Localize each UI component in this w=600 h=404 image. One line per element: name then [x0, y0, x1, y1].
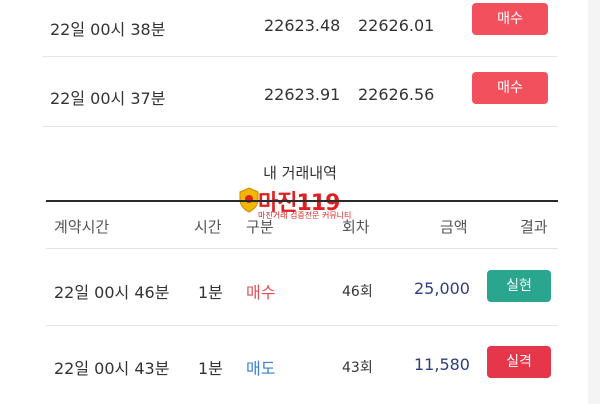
page-scroll-gutter — [588, 0, 600, 404]
trade-time: 22일 00시 37분 — [50, 89, 166, 108]
buy-button[interactable]: 매수 — [472, 72, 548, 104]
trade-rows-panel: 22일 00시 38분 22623.48 22626.01 매수 22일 00시… — [42, 0, 557, 128]
row-amount: 11,580 — [414, 355, 470, 374]
row-round: 46회 — [342, 284, 373, 300]
row-duration: 1분 — [198, 283, 223, 302]
result-badge-success: 실현 — [487, 270, 551, 302]
row-duration: 1분 — [198, 359, 223, 378]
row-direction-sell: 매도 — [246, 359, 276, 378]
header-round: 회차 — [342, 218, 370, 236]
row-time: 22일 00시 43분 — [54, 359, 170, 378]
trade-time: 22일 00시 38분 — [50, 20, 166, 39]
trade-price-a: 22623.91 — [264, 85, 341, 104]
header-amount: 금액 — [440, 218, 468, 236]
trade-row: 22일 00시 37분 22623.91 22626.56 매수 — [42, 58, 557, 127]
trade-price-b: 22626.56 — [358, 85, 435, 104]
history-table-header: 계약시간 시간 구분 회차 금액 결과 — [46, 200, 558, 249]
row-round: 43회 — [342, 360, 373, 376]
trade-row: 22일 00시 38분 22623.48 22626.01 매수 — [42, 0, 557, 57]
section-title: 내 거래내역 — [263, 164, 337, 182]
trade-price-b: 22626.01 — [358, 16, 435, 35]
header-direction: 구분 — [246, 218, 274, 236]
row-time: 22일 00시 46분 — [54, 283, 170, 302]
row-amount: 25,000 — [414, 279, 470, 298]
header-contract-time: 계약시간 — [54, 218, 110, 236]
result-badge-fail: 실격 — [487, 346, 551, 378]
row-direction-buy: 매수 — [246, 283, 276, 302]
history-row: 22일 00시 46분 1분 매수 46회 25,000 실현 — [46, 249, 558, 326]
header-duration: 시간 — [194, 218, 222, 236]
history-row: 22일 00시 43분 1분 매도 43회 11,580 실격 — [46, 325, 558, 401]
trade-price-a: 22623.48 — [264, 16, 341, 35]
header-result: 결과 — [520, 218, 548, 236]
buy-button[interactable]: 매수 — [472, 3, 548, 35]
